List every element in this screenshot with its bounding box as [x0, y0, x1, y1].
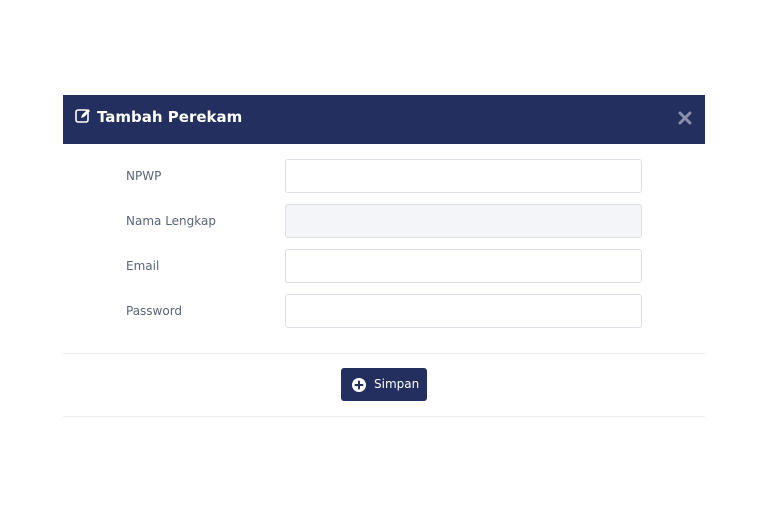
save-button-label: Simpan — [374, 377, 420, 391]
form-row-password: Password — [63, 294, 705, 328]
form-row-npwp: NPWP — [63, 159, 705, 193]
npwp-label: NPWP — [126, 169, 162, 183]
npwp-input[interactable] — [285, 159, 642, 193]
email-label: Email — [126, 259, 160, 273]
edit-icon — [75, 109, 90, 123]
save-button[interactable]: Simpan — [341, 368, 427, 401]
form-row-nama-lengkap: Nama Lengkap — [63, 204, 705, 238]
password-input[interactable] — [285, 294, 642, 328]
footer-divider — [63, 353, 705, 354]
close-icon[interactable] — [677, 110, 693, 126]
nama-lengkap-label: Nama Lengkap — [126, 214, 216, 228]
form-row-email: Email — [63, 249, 705, 283]
password-label: Password — [126, 304, 183, 318]
modal-dialog: Tambah Perekam NPWP Nama Lengkap Email P… — [63, 95, 705, 417]
plus-circle-icon — [352, 378, 366, 392]
nama-lengkap-input — [285, 204, 642, 238]
footer-bottom-divider — [63, 416, 705, 417]
modal-header: Tambah Perekam — [63, 95, 705, 144]
email-input[interactable] — [285, 249, 642, 283]
modal-title: Tambah Perekam — [97, 108, 243, 126]
